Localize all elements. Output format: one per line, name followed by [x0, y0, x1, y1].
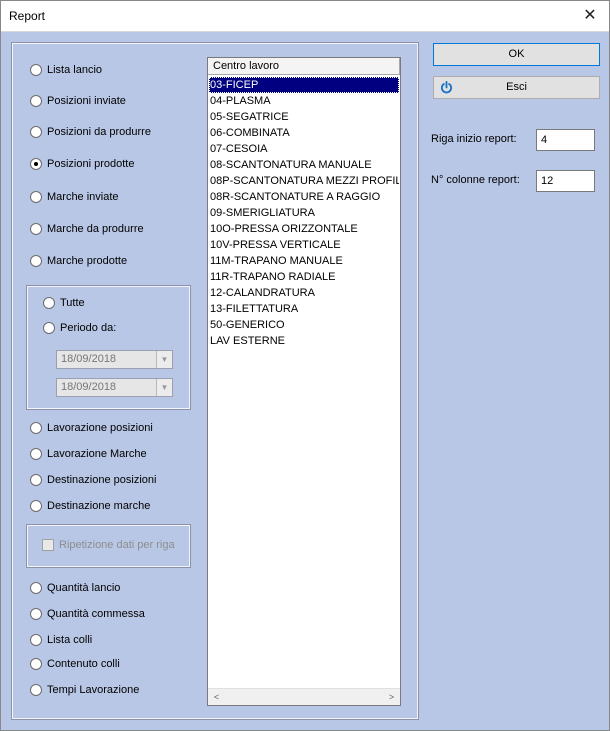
radio-label: Lavorazione posizioni	[47, 422, 153, 434]
chevron-down-icon[interactable]: ▼	[156, 351, 172, 368]
radio-label: Destinazione posizioni	[47, 474, 157, 486]
radio-label: Marche da produrre	[47, 223, 144, 235]
radio-indicator	[30, 582, 42, 594]
radio-destinazione-marche[interactable]: Destinazione marche	[30, 498, 150, 514]
list-item[interactable]: 08-SCANTONATURA MANUALE	[209, 157, 399, 173]
columns-input[interactable]: 12	[536, 170, 595, 192]
list-item[interactable]: 11R-TRAPANO RADIALE	[209, 269, 399, 285]
list-item[interactable]: 10V-PRESSA VERTICALE	[209, 237, 399, 253]
radio-indicator	[30, 448, 42, 460]
radio-label: Tempi Lavorazione	[47, 684, 140, 696]
list-column-header[interactable]: Centro lavoro	[208, 58, 400, 75]
list-item[interactable]: 03-FICEP	[209, 77, 399, 93]
list-item[interactable]: 08R-SCANTONATURE A RAGGIO	[209, 189, 399, 205]
columns-label: N° colonne report:	[431, 174, 520, 186]
radio-tempi-lavorazione[interactable]: Tempi Lavorazione	[30, 682, 139, 698]
chevron-down-icon[interactable]: ▼	[156, 379, 172, 396]
radio-indicator	[30, 474, 42, 486]
radio-indicator	[30, 191, 42, 203]
radio-label: Posizioni da produrre	[47, 126, 151, 138]
radio-destinazione-posizioni[interactable]: Destinazione posizioni	[30, 472, 156, 488]
radio-indicator	[30, 64, 42, 76]
start-row-input[interactable]: 4	[536, 129, 595, 151]
radio-lista-colli[interactable]: Lista colli	[30, 632, 92, 648]
radio-label: Posizioni inviate	[47, 95, 126, 107]
list-item[interactable]: 06-COMBINATA	[209, 125, 399, 141]
date-to-picker[interactable]: 18/09/2018 ▼	[56, 378, 173, 397]
radio-lavorazione-marche[interactable]: Lavorazione Marche	[30, 446, 147, 462]
radio-label: Quantità lancio	[47, 582, 121, 594]
radio-lista-lancio[interactable]: Lista lancio	[30, 62, 102, 78]
radio-indicator	[43, 322, 55, 334]
repeat-data-checkbox[interactable]: Ripetizione dati per riga	[42, 539, 175, 551]
close-icon[interactable]: ✕	[579, 5, 601, 27]
radio-marche-da-produrre[interactable]: Marche da produrre	[30, 221, 144, 237]
radio-indicator	[30, 95, 42, 107]
radio-indicator	[30, 608, 42, 620]
ok-button[interactable]: OK	[433, 43, 600, 66]
list-item[interactable]: 11M-TRAPANO MANUALE	[209, 253, 399, 269]
exit-button[interactable]: Esci	[433, 76, 600, 99]
radio-posizioni-da-produrre[interactable]: Posizioni da produrre	[30, 124, 151, 140]
list-item[interactable]: 13-FILETTATURA	[209, 301, 399, 317]
list-item[interactable]: 07-CESOIA	[209, 141, 399, 157]
list-item[interactable]: 08P-SCANTONATURA MEZZI PROFILI	[209, 173, 399, 189]
radio-indicator	[30, 634, 42, 646]
radio-indicator-selected	[30, 158, 42, 170]
title-bar: Report ✕	[1, 1, 609, 32]
radio-label: Tutte	[60, 297, 85, 309]
radio-quantita-commessa[interactable]: Quantità commessa	[30, 606, 145, 622]
radio-label: Lista lancio	[47, 64, 103, 76]
radio-label: Posizioni prodotte	[47, 158, 135, 170]
work-center-list[interactable]: Centro lavoro 03-FICEP 04-PLASMA 05-SEGATR…	[207, 57, 401, 706]
scroll-left-icon[interactable]: <	[208, 689, 225, 706]
radio-label: Marche inviate	[47, 191, 119, 203]
radio-indicator	[30, 658, 42, 670]
list-item[interactable]: LAV ESTERNE	[209, 333, 399, 349]
radio-indicator	[43, 297, 55, 309]
date-to-value: 18/09/2018	[61, 381, 117, 393]
window-title: Report	[9, 9, 46, 23]
radio-label: Periodo da:	[60, 322, 117, 334]
radio-label: Marche prodotte	[47, 255, 128, 267]
checkbox-label: Ripetizione dati per riga	[59, 539, 175, 551]
list-item[interactable]: 10O-PRESSA ORIZZONTALE	[209, 221, 399, 237]
list-items: 03-FICEP 04-PLASMA 05-SEGATRICE 06-COMBINAT…	[209, 77, 399, 349]
list-item[interactable]: 09-SMERIGLIATURA	[209, 205, 399, 221]
radio-label: Lavorazione Marche	[47, 448, 147, 460]
radio-periodo-da[interactable]: Periodo da:	[43, 320, 116, 336]
radio-posizioni-prodotte[interactable]: Posizioni prodotte	[30, 156, 134, 172]
scroll-right-icon[interactable]: >	[383, 689, 400, 706]
radio-indicator	[30, 684, 42, 696]
radio-indicator	[30, 422, 42, 434]
radio-label: Lista colli	[47, 634, 93, 646]
date-from-value: 18/09/2018	[61, 353, 117, 365]
radio-contenuto-colli[interactable]: Contenuto colli	[30, 656, 120, 672]
report-window: Report ✕ Lista lancio Posizioni inviate …	[0, 0, 610, 731]
radio-indicator	[30, 126, 42, 138]
radio-quantita-lancio[interactable]: Quantità lancio	[30, 580, 120, 596]
radio-lavorazione-posizioni[interactable]: Lavorazione posizioni	[30, 420, 153, 436]
list-item[interactable]: 04-PLASMA	[209, 93, 399, 109]
radio-indicator	[30, 223, 42, 235]
list-item[interactable]: 12-CALANDRATURA	[209, 285, 399, 301]
radio-posizioni-inviate[interactable]: Posizioni inviate	[30, 93, 126, 109]
radio-marche-prodotte[interactable]: Marche prodotte	[30, 253, 127, 269]
exit-button-label: Esci	[506, 81, 527, 93]
list-item[interactable]: 50-GENERICO	[209, 317, 399, 333]
date-from-picker[interactable]: 18/09/2018 ▼	[56, 350, 173, 369]
horizontal-scrollbar[interactable]: < >	[208, 688, 400, 705]
radio-indicator	[30, 500, 42, 512]
radio-indicator	[30, 255, 42, 267]
list-item[interactable]: 05-SEGATRICE	[209, 109, 399, 125]
start-row-label: Riga inizio report:	[431, 133, 517, 145]
radio-label: Destinazione marche	[47, 500, 151, 512]
radio-tutte[interactable]: Tutte	[43, 295, 85, 311]
radio-label: Contenuto colli	[47, 658, 120, 670]
radio-label: Quantità commessa	[47, 608, 145, 620]
ok-button-label: OK	[508, 48, 525, 60]
radio-marche-inviate[interactable]: Marche inviate	[30, 189, 119, 205]
power-icon	[440, 81, 453, 94]
checkbox-box	[42, 539, 54, 551]
